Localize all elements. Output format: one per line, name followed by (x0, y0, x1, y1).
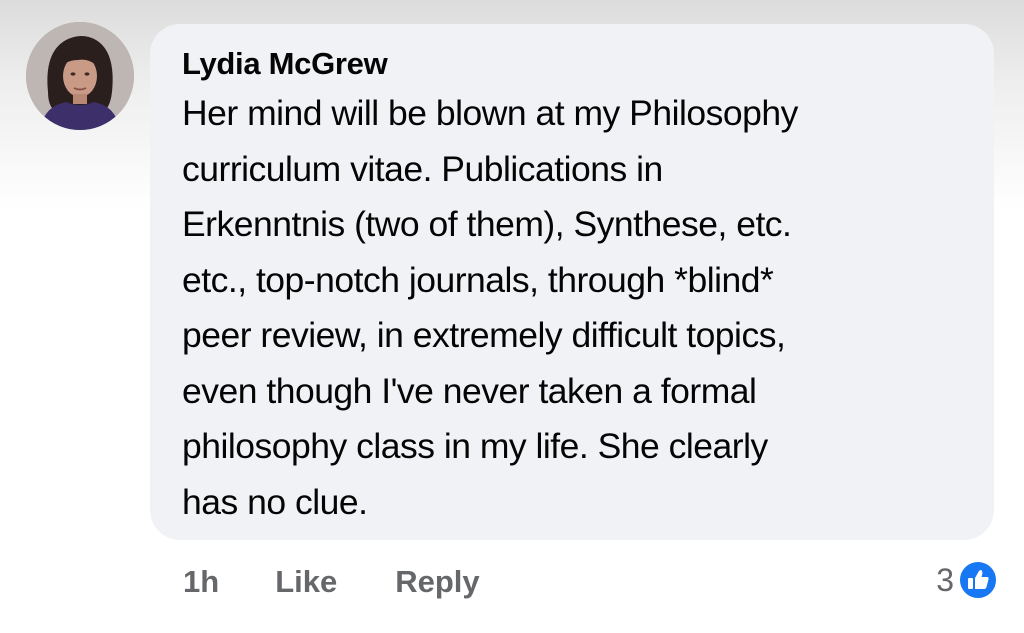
comment-text-line: etc., top-notch journals, through *blind… (182, 259, 774, 300)
thumbs-up-icon (958, 560, 998, 600)
comment-text-line: even though I've never taken a formal (182, 370, 757, 411)
comment-text-line: has no clue. (182, 481, 368, 522)
comment-text-line: Her mind will be blown at my Philosophy (182, 93, 798, 133)
comment-bubble: Lydia McGrew Her mind will be blown at m… (150, 24, 994, 540)
comment-timestamp[interactable]: 1h (183, 564, 219, 600)
reaction-count: 3 (936, 561, 954, 598)
reply-button[interactable]: Reply (395, 564, 479, 600)
like-button[interactable]: Like (275, 564, 337, 600)
comment-text-line: curriculum vitae. Publications in (182, 148, 663, 189)
comment-text-line: philosophy class in my life. She clearly (182, 426, 768, 466)
comment-text: Her mind will be blown at my Philosophy … (182, 86, 972, 530)
comment-text-line: Erkenntnis (two of them), Synthese, etc. (182, 204, 792, 244)
comment-author[interactable]: Lydia McGrew (182, 44, 962, 84)
comment-actions: 1h Like Reply (183, 560, 480, 604)
profile-photo (26, 22, 134, 130)
avatar[interactable] (26, 22, 134, 130)
comment-text-line: peer review, in extremely difficult topi… (182, 315, 786, 355)
reaction-summary[interactable]: 3 (936, 558, 998, 602)
